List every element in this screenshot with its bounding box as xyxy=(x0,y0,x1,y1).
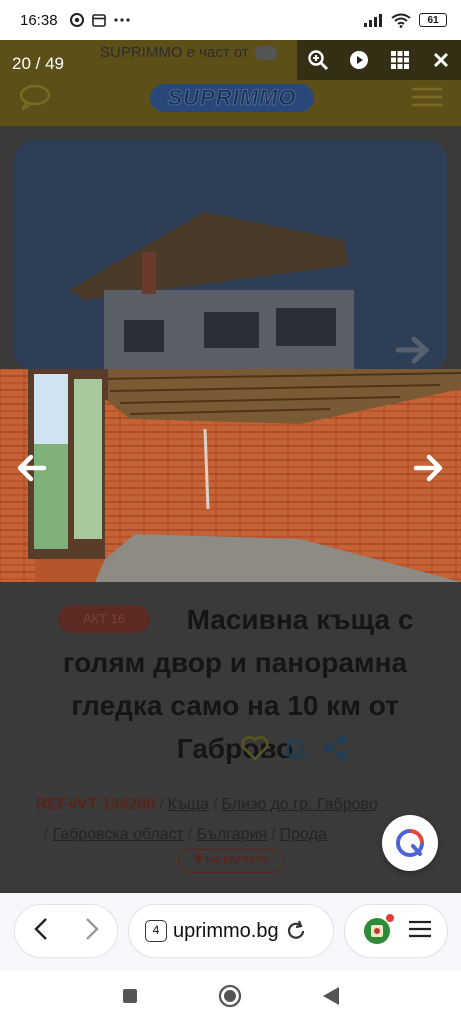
chevron-right-icon xyxy=(85,918,99,940)
zoom-in-icon[interactable] xyxy=(306,48,330,72)
map-link-label: НА КАРТАТА xyxy=(205,855,268,866)
breadcrumb-link[interactable]: Близо до гр. Габрово xyxy=(221,796,377,813)
browser-menu-button[interactable] xyxy=(408,920,431,942)
map-link[interactable]: НА КАРТАТА xyxy=(178,849,284,873)
forward-button[interactable] xyxy=(84,917,100,945)
background-listing-photo xyxy=(14,140,447,372)
system-nav-bar xyxy=(0,971,461,1024)
chrome-icon xyxy=(69,13,84,27)
gallery-photo[interactable] xyxy=(0,369,461,582)
hamburger-icon xyxy=(408,920,431,938)
favorite-heart-icon[interactable] xyxy=(240,733,270,763)
status-bar: 16:38 61 xyxy=(0,0,461,40)
map-pin-icon xyxy=(195,854,203,864)
calendar-icon xyxy=(91,14,106,27)
alert-bell-icon[interactable] xyxy=(280,733,310,763)
battery-indicator: 61 xyxy=(419,13,447,27)
assistant-fab[interactable] xyxy=(382,815,438,871)
chat-icon[interactable] xyxy=(18,84,52,110)
chevron-left-icon xyxy=(33,918,47,940)
wifi-icon xyxy=(391,13,411,28)
viewer-toolbar xyxy=(297,40,461,80)
more-dots-icon xyxy=(113,18,130,22)
address-bar[interactable]: 4 uprimmo.bg xyxy=(128,904,334,958)
assistant-q-icon xyxy=(396,829,424,857)
back-button[interactable] xyxy=(33,917,49,945)
url-text[interactable]: uprimmo.bg xyxy=(173,920,279,943)
hamburger-menu-icon[interactable] xyxy=(412,86,442,108)
listing-ref: REF#VT 134280 xyxy=(36,796,156,813)
signal-icon xyxy=(364,14,382,27)
status-badge: АКТ 16 xyxy=(58,605,150,633)
previous-photo-arrow-icon[interactable] xyxy=(14,450,50,486)
image-counter: 20 / 49 xyxy=(12,54,64,73)
notice-pill xyxy=(254,46,277,61)
notification-dot xyxy=(385,914,394,922)
suprimmo-logo[interactable]: SUPRIMMO xyxy=(150,84,314,112)
grid-icon[interactable] xyxy=(388,48,412,72)
back-triangle-icon[interactable] xyxy=(322,986,340,1010)
background-next-arrow-icon xyxy=(395,336,430,364)
breadcrumb-link[interactable]: България xyxy=(196,826,267,843)
play-icon[interactable] xyxy=(347,48,371,72)
extension-icon[interactable] xyxy=(362,914,394,946)
breadcrumb-link[interactable]: Къща xyxy=(168,796,209,813)
browser-menu-buttons xyxy=(344,904,448,958)
breadcrumb-link[interactable]: Прода xyxy=(280,826,327,843)
browser-nav-buttons xyxy=(14,904,118,958)
reload-icon[interactable] xyxy=(285,920,307,942)
clock: 16:38 xyxy=(20,11,58,29)
recents-square-icon[interactable] xyxy=(122,988,138,1008)
share-icon[interactable] xyxy=(320,733,350,763)
home-circle-icon[interactable] xyxy=(218,984,242,1012)
close-icon[interactable] xyxy=(429,48,453,72)
site-notice-text: SUPRIMMO е част от xyxy=(100,44,249,61)
breadcrumb-link[interactable]: Габровска област xyxy=(52,826,184,843)
listing-actions xyxy=(240,733,350,763)
tab-count[interactable]: 4 xyxy=(145,920,167,942)
next-photo-arrow-icon[interactable] xyxy=(410,450,446,486)
site-notice: SUPRIMMO е част от xyxy=(100,44,277,61)
